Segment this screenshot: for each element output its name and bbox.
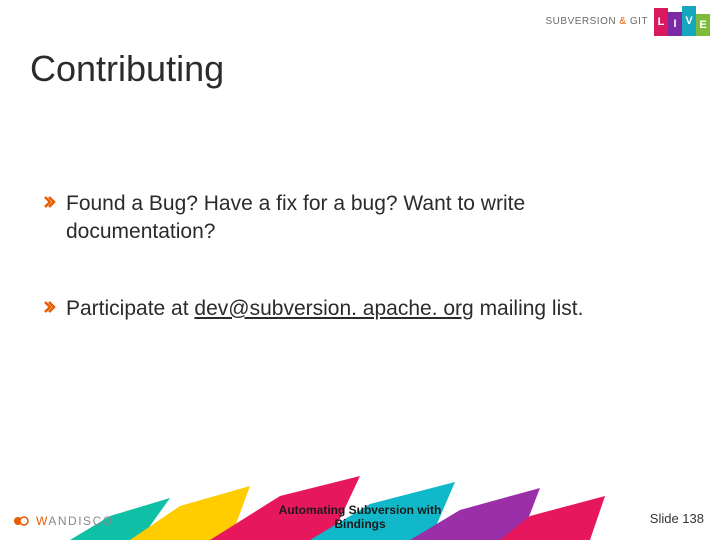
live-letter-v: V — [682, 6, 696, 36]
footer-title-line2: Bindings — [334, 517, 385, 531]
slide-body: Found a Bug? Have a fix for a bug? Want … — [44, 190, 680, 371]
bullet-prefix: Participate at — [66, 297, 194, 320]
bullet-suffix: mailing list. — [474, 297, 584, 320]
wandisco-logo: WANDISCO — [14, 514, 114, 528]
brand-ampersand: & — [619, 16, 626, 27]
live-letter-e: E — [696, 14, 710, 36]
footer-title-line1: Automating Subversion with — [279, 503, 442, 517]
bullet-item: Participate at dev@subversion. apache. o… — [44, 295, 680, 323]
live-logo: L I V E — [654, 6, 710, 36]
wandisco-mark-icon — [14, 514, 32, 528]
mailing-list-link[interactable]: dev@subversion. apache. org — [194, 297, 473, 320]
slide: SUBVERSION & GIT L I V E Contributing Fo… — [0, 0, 720, 540]
bullet-text: Participate at dev@subversion. apache. o… — [66, 295, 583, 323]
slide-title: Contributing — [30, 48, 224, 90]
slide-number: Slide 138 — [650, 511, 704, 526]
chevron-right-icon — [44, 301, 56, 313]
chevron-right-icon — [44, 196, 56, 208]
wandisco-text: WANDISCO — [36, 514, 114, 528]
brand-git: GIT — [630, 16, 648, 27]
footer-title: Automating Subversion with Bindings — [250, 504, 470, 532]
wandisco-rest: ANDISCO — [48, 514, 113, 528]
brand-subversion: SUBVERSION — [546, 16, 617, 27]
bullet-item: Found a Bug? Have a fix for a bug? Want … — [44, 190, 680, 247]
brand-text: SUBVERSION & GIT — [546, 16, 648, 27]
wandisco-w: W — [36, 514, 48, 528]
live-letter-i: I — [668, 12, 682, 36]
bullet-text: Found a Bug? Have a fix for a bug? Want … — [66, 190, 680, 247]
header-brand: SUBVERSION & GIT L I V E — [546, 6, 710, 36]
live-letter-l: L — [654, 8, 668, 36]
